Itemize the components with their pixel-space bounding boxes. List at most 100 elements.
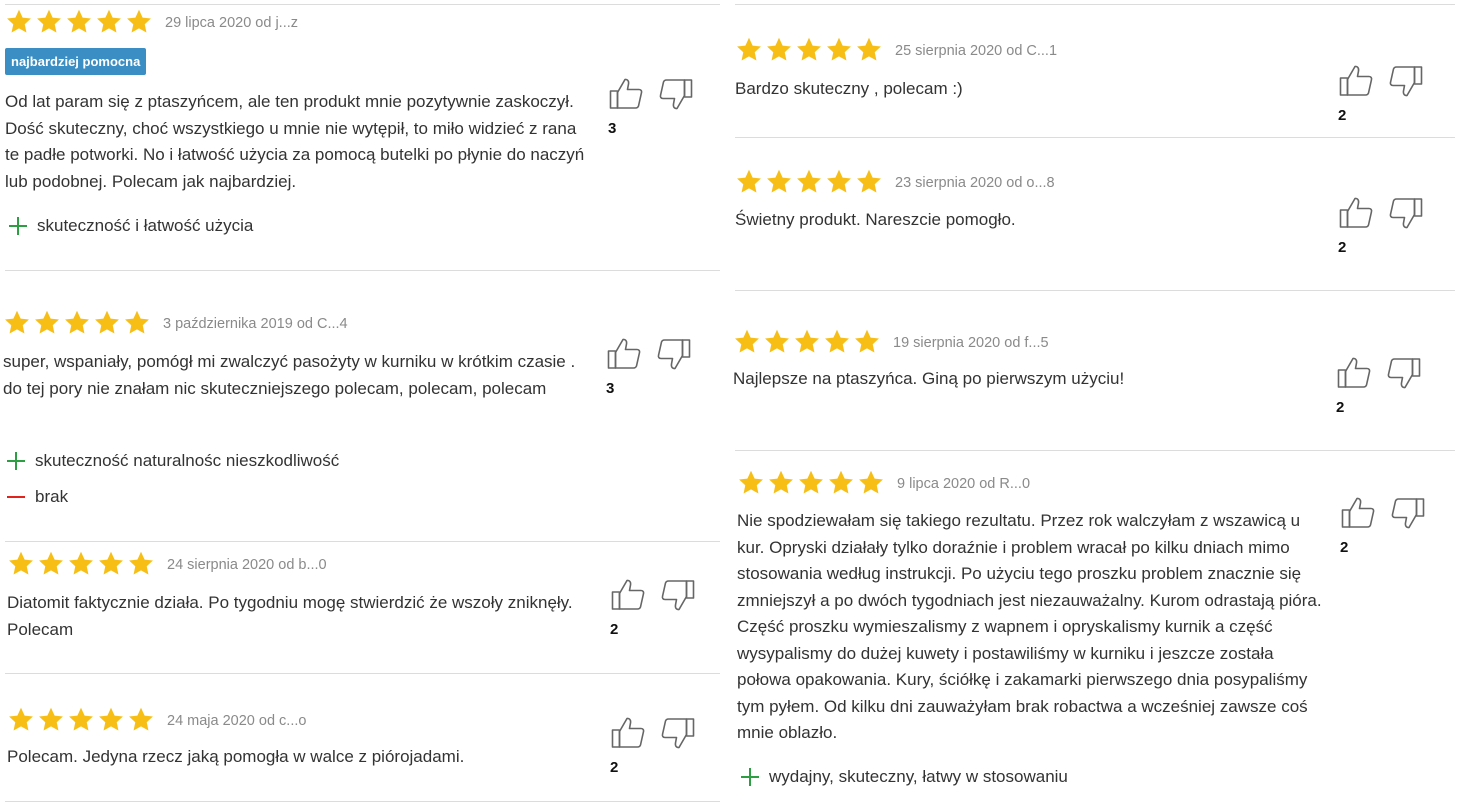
divider <box>735 290 1455 291</box>
divider <box>5 801 720 802</box>
star-icon <box>33 309 63 338</box>
vote-box: 3 <box>608 76 698 156</box>
star-icon <box>127 706 157 735</box>
review-card: 25 sierpnia 2020 od C...1 Bardzo skutecz… <box>735 36 1455 131</box>
review-meta: 19 sierpnia 2020 od f...5 <box>733 328 1049 357</box>
review-card: 29 lipca 2020 od j...z najbardziej pomoc… <box>5 8 720 268</box>
helpful-vote-count: 2 <box>610 759 619 776</box>
review-text: Diatomit faktycznie działa. Po tygodniu … <box>7 593 573 639</box>
star-icon <box>795 36 825 65</box>
star-rating <box>733 328 883 357</box>
review-date: 23 sierpnia 2020 od o...8 <box>895 174 1055 191</box>
divider <box>735 4 1455 5</box>
review-text: Od lat param się z ptaszyńcem, ale ten p… <box>5 92 585 191</box>
star-icon <box>37 550 67 579</box>
star-icon <box>7 706 37 735</box>
divider <box>5 270 720 271</box>
thumbs-up-icon[interactable] <box>1340 495 1376 531</box>
review-text: Nie spodziewałam się takiego rezultatu. … <box>737 511 1322 742</box>
review-meta: 9 lipca 2020 od R...0 <box>737 469 1030 498</box>
review-meta: 23 sierpnia 2020 od o...8 <box>735 168 1055 197</box>
star-icon <box>855 36 885 65</box>
review-text: Bardzo skuteczny , polecam :) <box>735 79 963 98</box>
most-helpful-badge: najbardziej pomocna <box>5 48 147 75</box>
review-card: 19 sierpnia 2020 od f...5 Najlepsze na p… <box>733 328 1453 443</box>
star-icon <box>825 168 855 197</box>
review-date: 9 lipca 2020 od R...0 <box>897 475 1031 492</box>
vote-box: 3 <box>606 336 696 416</box>
pros-text: skuteczność i łatwość użycia <box>37 216 254 235</box>
review-pros: skuteczność i łatwość użycia <box>5 216 253 236</box>
thumbs-down-icon[interactable] <box>1388 195 1424 231</box>
pros-text: wydajny, skuteczny, łatwy w stosowaniu <box>769 767 1068 786</box>
review-date: 25 sierpnia 2020 od C...1 <box>895 42 1058 59</box>
review-meta: 29 lipca 2020 od j...z <box>5 8 298 37</box>
review-text: Najlepsze na ptaszyńca. Giną po pierwszy… <box>733 369 1125 388</box>
star-icon <box>63 309 93 338</box>
review-meta: 3 października 2019 od C...4 <box>3 309 348 338</box>
thumbs-up-icon[interactable] <box>610 715 646 751</box>
review-card: 24 sierpnia 2020 od b...0 Diatomit fakty… <box>7 550 722 665</box>
star-icon <box>97 550 127 579</box>
vote-box: 2 <box>1336 355 1426 435</box>
helpful-vote-count: 2 <box>1336 399 1345 416</box>
divider <box>5 541 720 542</box>
star-icon <box>97 706 127 735</box>
star-icon <box>735 168 765 197</box>
star-icon <box>35 8 65 37</box>
star-icon <box>37 706 67 735</box>
thumbs-up-icon[interactable] <box>1338 63 1374 99</box>
helpful-vote-count: 2 <box>1340 539 1349 556</box>
review-meta: 24 sierpnia 2020 od b...0 <box>7 550 327 579</box>
review-card: 23 sierpnia 2020 od o...8 Świetny produk… <box>735 168 1455 283</box>
star-icon <box>125 8 155 37</box>
helpful-vote-count: 2 <box>610 621 619 638</box>
vote-box: 2 <box>610 577 700 657</box>
star-icon <box>823 328 853 357</box>
review-card: 24 maja 2020 od c...o Polecam. Jedyna rz… <box>7 706 722 796</box>
star-icon <box>767 469 797 498</box>
thumbs-up-icon[interactable] <box>1336 355 1372 391</box>
star-rating <box>7 706 157 735</box>
review-card: 9 lipca 2020 od R...0 Nie spodziewałam s… <box>737 469 1457 799</box>
thumbs-up-icon[interactable] <box>610 577 646 613</box>
thumbs-up-icon[interactable] <box>606 336 642 372</box>
review-text: Świetny produkt. Nareszcie pomogło. <box>735 210 1016 229</box>
review-cons: brak <box>3 487 68 507</box>
star-icon <box>65 8 95 37</box>
review-date: 24 sierpnia 2020 od b...0 <box>167 556 327 573</box>
vote-box: 2 <box>1338 63 1428 143</box>
thumbs-down-icon[interactable] <box>660 715 696 751</box>
review-pros: wydajny, skuteczny, łatwy w stosowaniu <box>737 767 1068 787</box>
thumbs-down-icon[interactable] <box>1386 355 1422 391</box>
star-rating <box>737 469 887 498</box>
star-icon <box>67 550 97 579</box>
star-icon <box>855 168 885 197</box>
pros-text: skuteczność naturalnośc nieszkodliwość <box>35 451 340 470</box>
thumbs-up-icon[interactable] <box>608 76 644 112</box>
thumbs-down-icon[interactable] <box>656 336 692 372</box>
star-icon <box>5 8 35 37</box>
review-text: Polecam. Jedyna rzecz jaką pomogła w wal… <box>7 747 465 766</box>
star-icon <box>825 36 855 65</box>
helpful-vote-count: 2 <box>1338 107 1347 124</box>
minus-icon <box>7 488 25 506</box>
plus-icon <box>7 452 25 470</box>
review-pros: skuteczność naturalnośc nieszkodliwość <box>3 451 339 471</box>
thumbs-down-icon[interactable] <box>660 577 696 613</box>
star-rating <box>735 168 885 197</box>
star-icon <box>765 36 795 65</box>
thumbs-up-icon[interactable] <box>1338 195 1374 231</box>
thumbs-down-icon[interactable] <box>1388 63 1424 99</box>
star-icon <box>7 550 37 579</box>
review-date: 24 maja 2020 od c...o <box>167 712 307 729</box>
star-icon <box>795 168 825 197</box>
star-icon <box>793 328 823 357</box>
vote-box: 2 <box>1338 195 1428 275</box>
thumbs-down-icon[interactable] <box>1390 495 1426 531</box>
cons-text: brak <box>35 487 69 506</box>
star-rating <box>5 8 155 37</box>
star-icon <box>857 469 887 498</box>
thumbs-down-icon[interactable] <box>658 76 694 112</box>
divider <box>735 450 1455 451</box>
